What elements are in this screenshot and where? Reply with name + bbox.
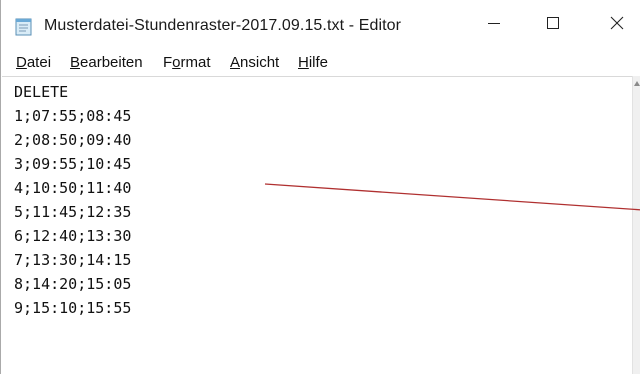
- text-line: 7;13:30;14:15: [14, 251, 132, 269]
- minimize-button[interactable]: [466, 0, 522, 46]
- text-line: 1;07:55;08:45: [14, 107, 132, 125]
- text-line: DELETE: [14, 83, 69, 101]
- text-editor[interactable]: DELETE 1;07:55;08:45 2;08:50;09:40 3;09:…: [2, 76, 633, 375]
- menu-hilfe[interactable]: Hilfe: [298, 54, 328, 71]
- window-title: Musterdatei-Stundenraster-2017.09.15.txt…: [44, 17, 402, 34]
- text-line: 3;09:55;10:45: [14, 155, 132, 173]
- maximize-icon: [547, 17, 559, 29]
- close-button[interactable]: [589, 0, 640, 46]
- editor-window: Musterdatei-Stundenraster-2017.09.15.txt…: [0, 0, 640, 375]
- notepad-icon: [14, 16, 34, 36]
- maximize-button[interactable]: [525, 0, 581, 46]
- menu-datei[interactable]: Datei: [16, 54, 51, 71]
- vertical-scrollbar[interactable]: [632, 76, 640, 374]
- close-icon: [610, 16, 624, 30]
- text-line: 5;11:45;12:35: [14, 203, 132, 221]
- menu-format[interactable]: Format: [163, 54, 211, 71]
- text-line: 8;14:20;15:05: [14, 275, 132, 293]
- menu-ansicht[interactable]: Ansicht: [230, 54, 279, 71]
- text-line: 4;10:50;11:40: [14, 179, 132, 197]
- menu-bar: Datei Bearbeiten Format Ansicht Hilfe: [1, 48, 640, 74]
- text-content[interactable]: DELETE 1;07:55;08:45 2;08:50;09:40 3;09:…: [14, 80, 131, 320]
- scroll-up-arrow-icon[interactable]: [633, 80, 640, 88]
- menu-bearbeiten[interactable]: Bearbeiten: [70, 54, 143, 71]
- title-bar[interactable]: Musterdatei-Stundenraster-2017.09.15.txt…: [1, 0, 640, 46]
- minimize-icon: [488, 23, 500, 24]
- text-line: 2;08:50;09:40: [14, 131, 132, 149]
- text-line: 6;12:40;13:30: [14, 227, 132, 245]
- text-line: 9;15:10;15:55: [14, 299, 132, 317]
